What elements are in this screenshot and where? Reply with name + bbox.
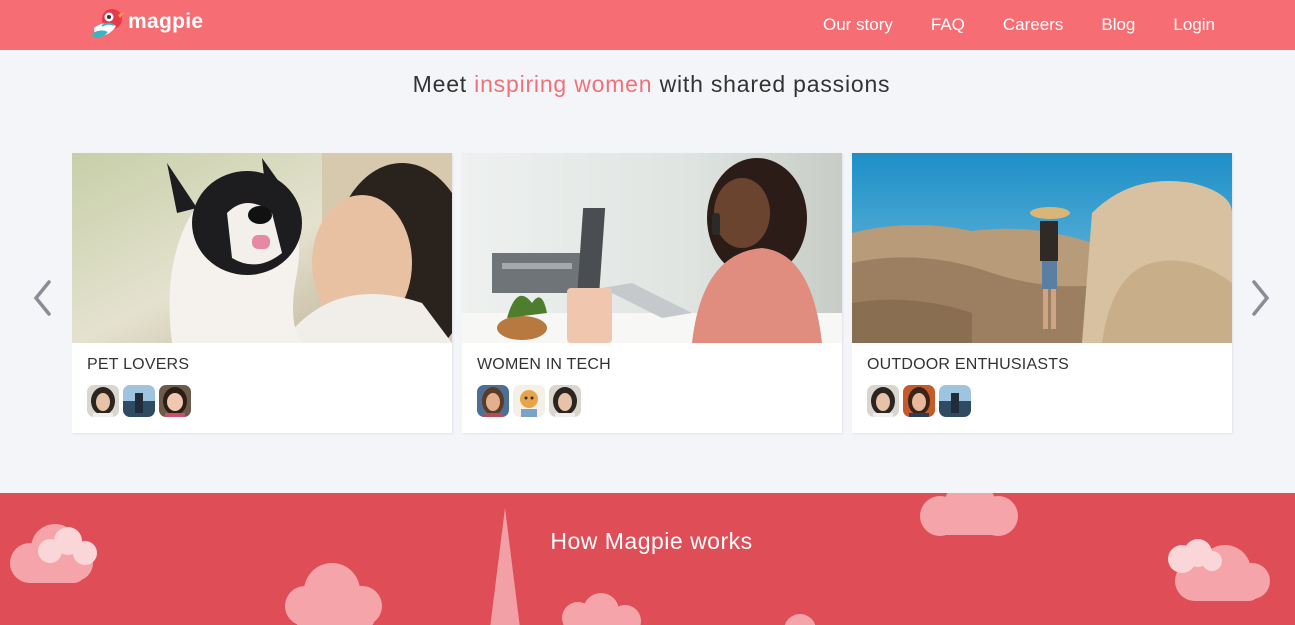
- woman-on-phone-photo: [462, 153, 842, 343]
- woman-with-dog-photo: [72, 153, 452, 343]
- magpie-bird-icon: [92, 9, 124, 39]
- hiker-on-rocks-photo: [852, 153, 1232, 343]
- avatar[interactable]: [903, 385, 935, 417]
- card-title: PET LOVERS: [87, 356, 190, 373]
- headline-suffix: with shared passions: [652, 71, 891, 97]
- avatar[interactable]: [123, 385, 155, 417]
- card-photo: [852, 153, 1232, 343]
- member-avatars: [87, 385, 195, 417]
- chevron-right-icon: [1252, 280, 1270, 316]
- chevron-left-icon: [33, 280, 51, 316]
- avatar[interactable]: [513, 385, 545, 417]
- avatar[interactable]: [939, 385, 971, 417]
- avatar[interactable]: [87, 385, 119, 417]
- headline-prefix: Meet: [412, 71, 475, 97]
- avatar[interactable]: [477, 385, 509, 417]
- nav-faq[interactable]: FAQ: [931, 15, 965, 35]
- nav-our-story[interactable]: Our story: [823, 15, 893, 35]
- carousel-next-button[interactable]: [1248, 278, 1272, 318]
- card-photo: [462, 153, 842, 343]
- member-avatars: [477, 385, 585, 417]
- brand-logo[interactable]: magpie: [90, 6, 203, 42]
- headline-accent: inspiring women: [474, 71, 653, 97]
- cloud-decoration: [562, 593, 641, 625]
- member-avatars: [867, 385, 975, 417]
- card-title: OUTDOOR ENTHUSIASTS: [867, 356, 1070, 373]
- cloud-decoration: [490, 508, 520, 625]
- card-photo: [72, 153, 452, 343]
- avatar[interactable]: [159, 385, 191, 417]
- nav-login[interactable]: Login: [1173, 15, 1215, 35]
- interest-card-outdoor-enthusiasts[interactable]: OUTDOOR ENTHUSIASTS: [852, 153, 1232, 433]
- cloud-decoration: [784, 614, 816, 625]
- avatar[interactable]: [867, 385, 899, 417]
- interest-card-women-in-tech[interactable]: WOMEN IN TECH: [462, 153, 842, 433]
- nav-careers[interactable]: Careers: [1003, 15, 1063, 35]
- carousel-prev-button[interactable]: [31, 278, 55, 318]
- top-navbar: magpie Our story FAQ Careers Blog Login: [0, 0, 1295, 50]
- cloud-decoration: [285, 563, 382, 625]
- main-nav: Our story FAQ Careers Blog Login: [785, 0, 1215, 50]
- how-it-works-section: How Magpie works: [0, 493, 1295, 625]
- hero-headline: Meet inspiring women with shared passion…: [0, 71, 1295, 98]
- interest-card-pet-lovers[interactable]: PET LOVERS: [72, 153, 452, 433]
- how-it-works-title: How Magpie works: [550, 528, 753, 554]
- brand-name: magpie: [128, 10, 204, 33]
- avatar[interactable]: [549, 385, 581, 417]
- nav-blog[interactable]: Blog: [1101, 15, 1135, 35]
- card-title: WOMEN IN TECH: [477, 356, 611, 373]
